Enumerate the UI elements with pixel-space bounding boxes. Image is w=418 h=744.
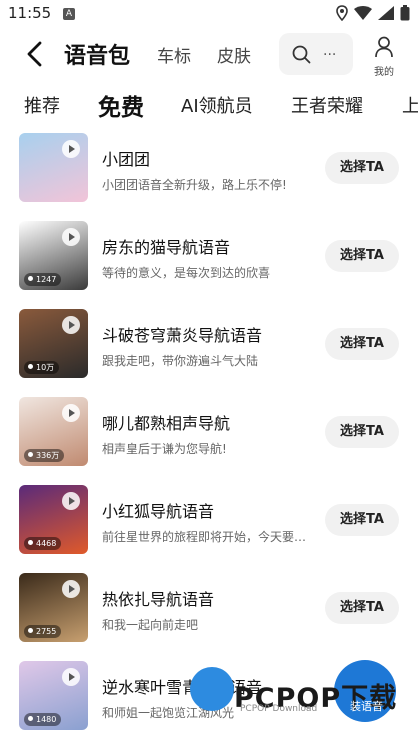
header: 语音包 车标 皮肤 ... 我的 [0,30,418,78]
voice-pack-title: 哪儿都熟相声导航 [102,414,231,433]
select-button[interactable]: 选择TA [325,504,399,536]
play-count-badge: 336万 [24,449,65,462]
voice-pack-thumbnail[interactable]: 4468 [19,485,88,554]
voice-pack-title: 斗破苍穹萧炎导航语音 [102,326,263,345]
category-tabs: 推荐 免费 AI领航员 王者荣耀 上 [0,86,418,126]
list-item[interactable]: 10万 斗破苍穹萧炎导航语音 跟我走吧，带你游遍斗气大陆 选择TA [0,302,418,390]
back-arrow-icon [27,41,42,67]
play-icon[interactable] [62,580,80,598]
watermark-badge-text: 装语音 [350,700,383,713]
battery-icon [400,5,410,21]
mine-button[interactable]: 我的 [368,36,400,78]
voice-pack-title: 小红狐导航语音 [102,502,215,521]
location-icon [336,5,348,21]
play-icon[interactable] [62,668,80,686]
mine-label: 我的 [374,67,394,78]
category-tab-honor-of-kings[interactable]: 王者荣耀 [291,92,363,118]
watermark: PCPOP下载 PCPOP Download 装语音 [190,660,418,744]
select-button[interactable]: 选择TA [325,592,399,624]
category-tab-ai-navigator[interactable]: AI领航员 [181,92,253,118]
play-icon[interactable] [62,140,80,158]
category-tab-free[interactable]: 免费 [98,88,144,122]
play-count-badge: 4468 [24,537,62,550]
list-item[interactable]: 1247 房东的猫导航语音 等待的意义，是每次到达的欣喜 选择TA [0,214,418,302]
search-icon [292,45,311,64]
wifi-icon [354,6,372,20]
search-input[interactable]: ... [279,33,353,75]
status-icons [336,5,410,21]
select-button[interactable]: 选择TA [325,328,399,360]
status-bar: 11:55 A [0,0,418,30]
play-icon[interactable] [62,492,80,510]
voice-pack-title: 热依扎导航语音 [102,590,215,609]
category-tab-more[interactable]: 上 [402,92,418,118]
play-icon[interactable] [62,316,80,334]
search-placeholder: ... [323,43,337,59]
status-time: 11:55 [8,4,52,22]
play-count-badge: 1480 [24,713,62,726]
play-count-badge: 10万 [24,361,60,374]
list-item[interactable]: 小团团 小团团语音全新升级，路上乐不停! 选择TA [0,126,418,214]
voice-pack-title: 房东的猫导航语音 [102,238,231,257]
list-item[interactable]: 4468 小红狐导航语音 前往星世界的旅程即将开始，今天要去哪里呢？ 选择TA [0,478,418,566]
voice-pack-subtitle: 跟我走吧，带你游遍斗气大陆 [102,354,259,368]
notification-icon: A [63,8,75,20]
play-icon[interactable] [62,228,80,246]
watermark-subtext: PCPOP Download [240,704,318,714]
watermark-logo-icon [190,667,234,711]
voice-pack-thumbnail[interactable]: 10万 [19,309,88,378]
voice-pack-thumbnail[interactable]: 2755 [19,573,88,642]
voice-pack-thumbnail[interactable]: 1480 [19,661,88,730]
tab-car-logo[interactable]: 车标 [157,42,191,67]
voice-pack-title: 小团团 [102,150,151,169]
select-button[interactable]: 选择TA [325,416,399,448]
user-icon [375,36,393,58]
voice-pack-subtitle: 等待的意义，是每次到达的欣喜 [102,266,271,280]
page-title[interactable]: 语音包 [64,38,130,70]
voice-pack-subtitle: 和我一起向前走吧 [102,618,199,632]
list-item[interactable]: 2755 热依扎导航语音 和我一起向前走吧 选择TA [0,566,418,654]
play-count-badge: 2755 [24,625,62,638]
play-icon[interactable] [62,404,80,422]
category-tab-recommend[interactable]: 推荐 [24,92,60,118]
voice-pack-subtitle: 小团团语音全新升级，路上乐不停! [102,178,287,192]
back-button[interactable] [22,40,50,68]
select-button[interactable]: 选择TA [325,152,399,184]
list-item[interactable]: 336万 哪儿都熟相声导航 相声皇后于谦为您导航! 选择TA [0,390,418,478]
select-button[interactable]: 选择TA [325,240,399,272]
voice-pack-thumbnail[interactable]: 1247 [19,221,88,290]
signal-icon [378,6,394,20]
voice-pack-subtitle: 相声皇后于谦为您导航! [102,442,227,456]
voice-pack-subtitle: 前往星世界的旅程即将开始，今天要去哪里呢？ [102,530,307,544]
voice-pack-thumbnail[interactable] [19,133,88,202]
tab-skin[interactable]: 皮肤 [217,42,251,67]
play-count-badge: 1247 [24,273,62,286]
voice-pack-thumbnail[interactable]: 336万 [19,397,88,466]
